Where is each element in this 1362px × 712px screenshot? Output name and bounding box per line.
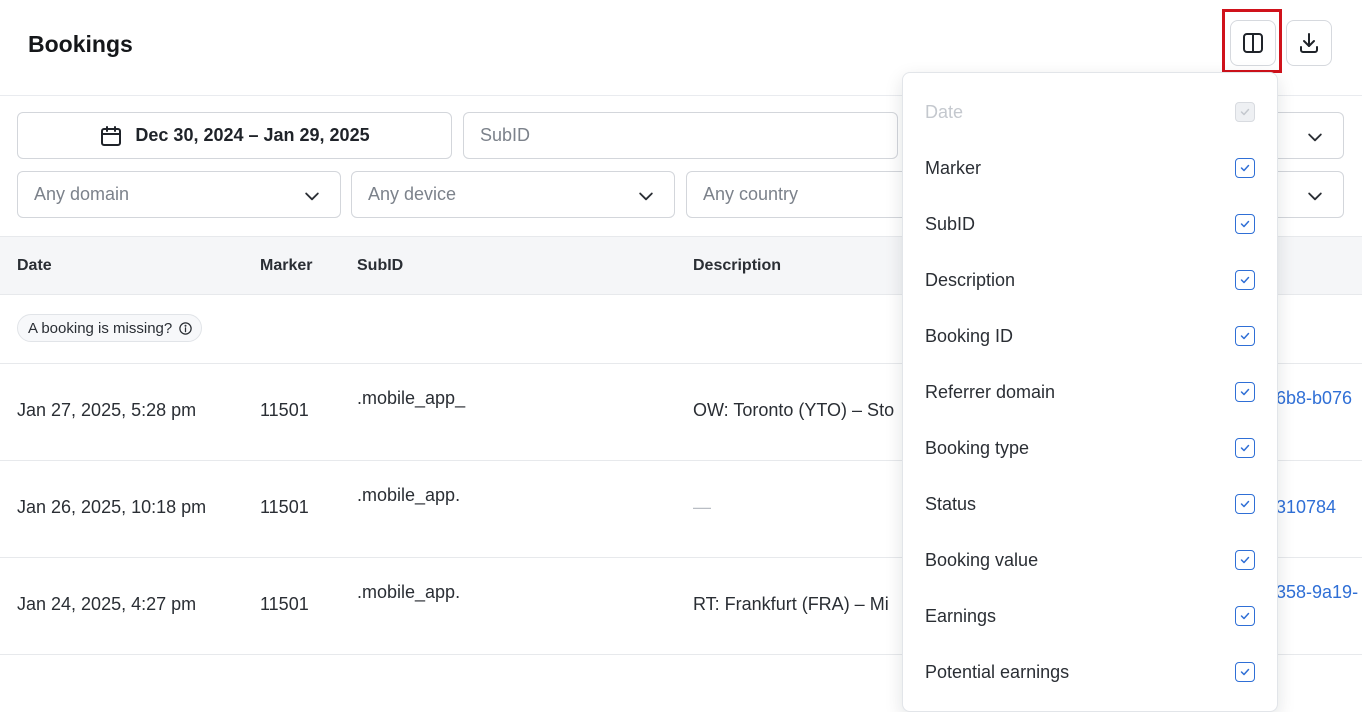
row-marker: 11501 — [260, 497, 309, 517]
check-icon — [1240, 668, 1250, 676]
column-option-label: Status — [925, 494, 977, 514]
subid-placeholder: SubID — [480, 125, 531, 145]
column-header-marker[interactable]: Marker — [260, 257, 312, 275]
page-title: Bookings — [28, 31, 133, 57]
row-booking-id-link[interactable]: 358-9a19- — [1276, 582, 1358, 603]
column-option-label: Marker — [925, 158, 982, 178]
column-option-label: Booking value — [925, 550, 1039, 570]
row-marker: 11501 — [260, 594, 309, 614]
column-option-referrer-domain[interactable]: Referrer domain — [903, 359, 1277, 415]
check-icon — [1240, 332, 1250, 340]
row-subid: .mobile_app. — [357, 485, 461, 505]
row-subid: .mobile_app. — [357, 582, 461, 602]
row-date: Jan 27, 2025, 5:28 pm — [17, 400, 197, 420]
missing-booking-link[interactable]: A booking is missing? — [17, 314, 203, 342]
chevron-down-icon — [1308, 133, 1322, 142]
column-checkbox[interactable] — [1235, 438, 1255, 458]
column-checkbox[interactable] — [1235, 214, 1255, 234]
chevron-down-icon — [1308, 192, 1322, 201]
column-picker-dropdown: Date Marker SubID Description Booking ID… — [902, 72, 1278, 712]
row-booking-id-link[interactable]: 310784 — [1276, 497, 1336, 518]
column-option-date: Date — [903, 79, 1277, 135]
column-option-label: Earnings — [925, 606, 997, 626]
row-date: Jan 26, 2025, 10:18 pm — [17, 497, 207, 517]
column-option-potential-earnings[interactable]: Potential earnings — [903, 639, 1277, 695]
column-header-subid[interactable]: SubID — [357, 257, 403, 275]
column-option-label: Date — [925, 102, 964, 122]
check-icon — [1240, 388, 1250, 396]
row-marker: 11501 — [260, 400, 309, 420]
row-booking-id-link[interactable]: 6b8-b076 — [1276, 388, 1352, 409]
date-range-value: Dec 30, 2024 – Jan 29, 2025 — [135, 125, 370, 145]
row-subid: .mobile_app_ — [357, 388, 466, 408]
chevron-down-icon — [639, 192, 653, 201]
column-checkbox[interactable] — [1235, 662, 1255, 682]
column-checkbox — [1235, 102, 1255, 122]
download-icon — [1300, 33, 1318, 53]
column-checkbox[interactable] — [1235, 158, 1255, 178]
device-placeholder: Any device — [368, 184, 457, 204]
column-option-label: Booking type — [925, 438, 1030, 458]
domain-placeholder: Any domain — [34, 184, 130, 204]
column-option-booking-type[interactable]: Booking type — [903, 415, 1277, 471]
column-checkbox[interactable] — [1235, 550, 1255, 570]
column-option-booking-value[interactable]: Booking value — [903, 527, 1277, 583]
column-option-earnings[interactable]: Earnings — [903, 583, 1277, 639]
check-icon — [1240, 220, 1250, 228]
missing-booking-label: A booking is missing? — [28, 319, 173, 337]
column-option-label: Description — [925, 270, 1016, 290]
check-icon — [1240, 500, 1250, 508]
check-icon — [1240, 612, 1250, 620]
column-option-subid[interactable]: SubID — [903, 191, 1277, 247]
columns-button-highlight — [1222, 9, 1282, 73]
download-button[interactable] — [1286, 20, 1332, 66]
subid-input[interactable]: SubID — [463, 112, 898, 159]
chevron-down-icon — [305, 192, 319, 201]
column-option-marker[interactable]: Marker — [903, 135, 1277, 191]
column-checkbox[interactable] — [1235, 326, 1255, 346]
row-date: Jan 24, 2025, 4:27 pm — [17, 594, 197, 614]
column-option-label: Booking ID — [925, 326, 1014, 346]
device-select[interactable]: Any device — [351, 171, 675, 218]
row-description: OW: Toronto (YTO) – Sto — [693, 400, 895, 420]
column-checkbox[interactable] — [1235, 494, 1255, 514]
column-header-date[interactable]: Date — [17, 257, 52, 275]
info-icon — [179, 321, 192, 335]
column-option-label: Referrer domain — [925, 382, 1056, 402]
country-placeholder: Any country — [703, 184, 799, 204]
column-option-description[interactable]: Description — [903, 247, 1277, 303]
column-checkbox[interactable] — [1235, 606, 1255, 626]
calendar-icon — [101, 125, 122, 146]
domain-select[interactable]: Any domain — [17, 171, 341, 218]
column-checkbox[interactable] — [1235, 382, 1255, 402]
column-option-label: SubID — [925, 214, 976, 234]
check-icon — [1240, 556, 1250, 564]
check-icon — [1240, 276, 1250, 284]
row-description: — — [693, 497, 711, 517]
column-option-booking-id[interactable]: Booking ID — [903, 303, 1277, 359]
check-icon — [1240, 164, 1250, 172]
row-description: RT: Frankfurt (FRA) – Mi — [693, 594, 889, 614]
column-option-label: Potential earnings — [925, 662, 1070, 682]
check-icon — [1240, 444, 1250, 452]
check-icon — [1240, 108, 1250, 116]
column-option-status[interactable]: Status — [903, 471, 1277, 527]
date-range-picker[interactable]: Dec 30, 2024 – Jan 29, 2025 — [17, 112, 452, 159]
column-header-description[interactable]: Description — [693, 257, 781, 275]
column-checkbox[interactable] — [1235, 270, 1255, 290]
